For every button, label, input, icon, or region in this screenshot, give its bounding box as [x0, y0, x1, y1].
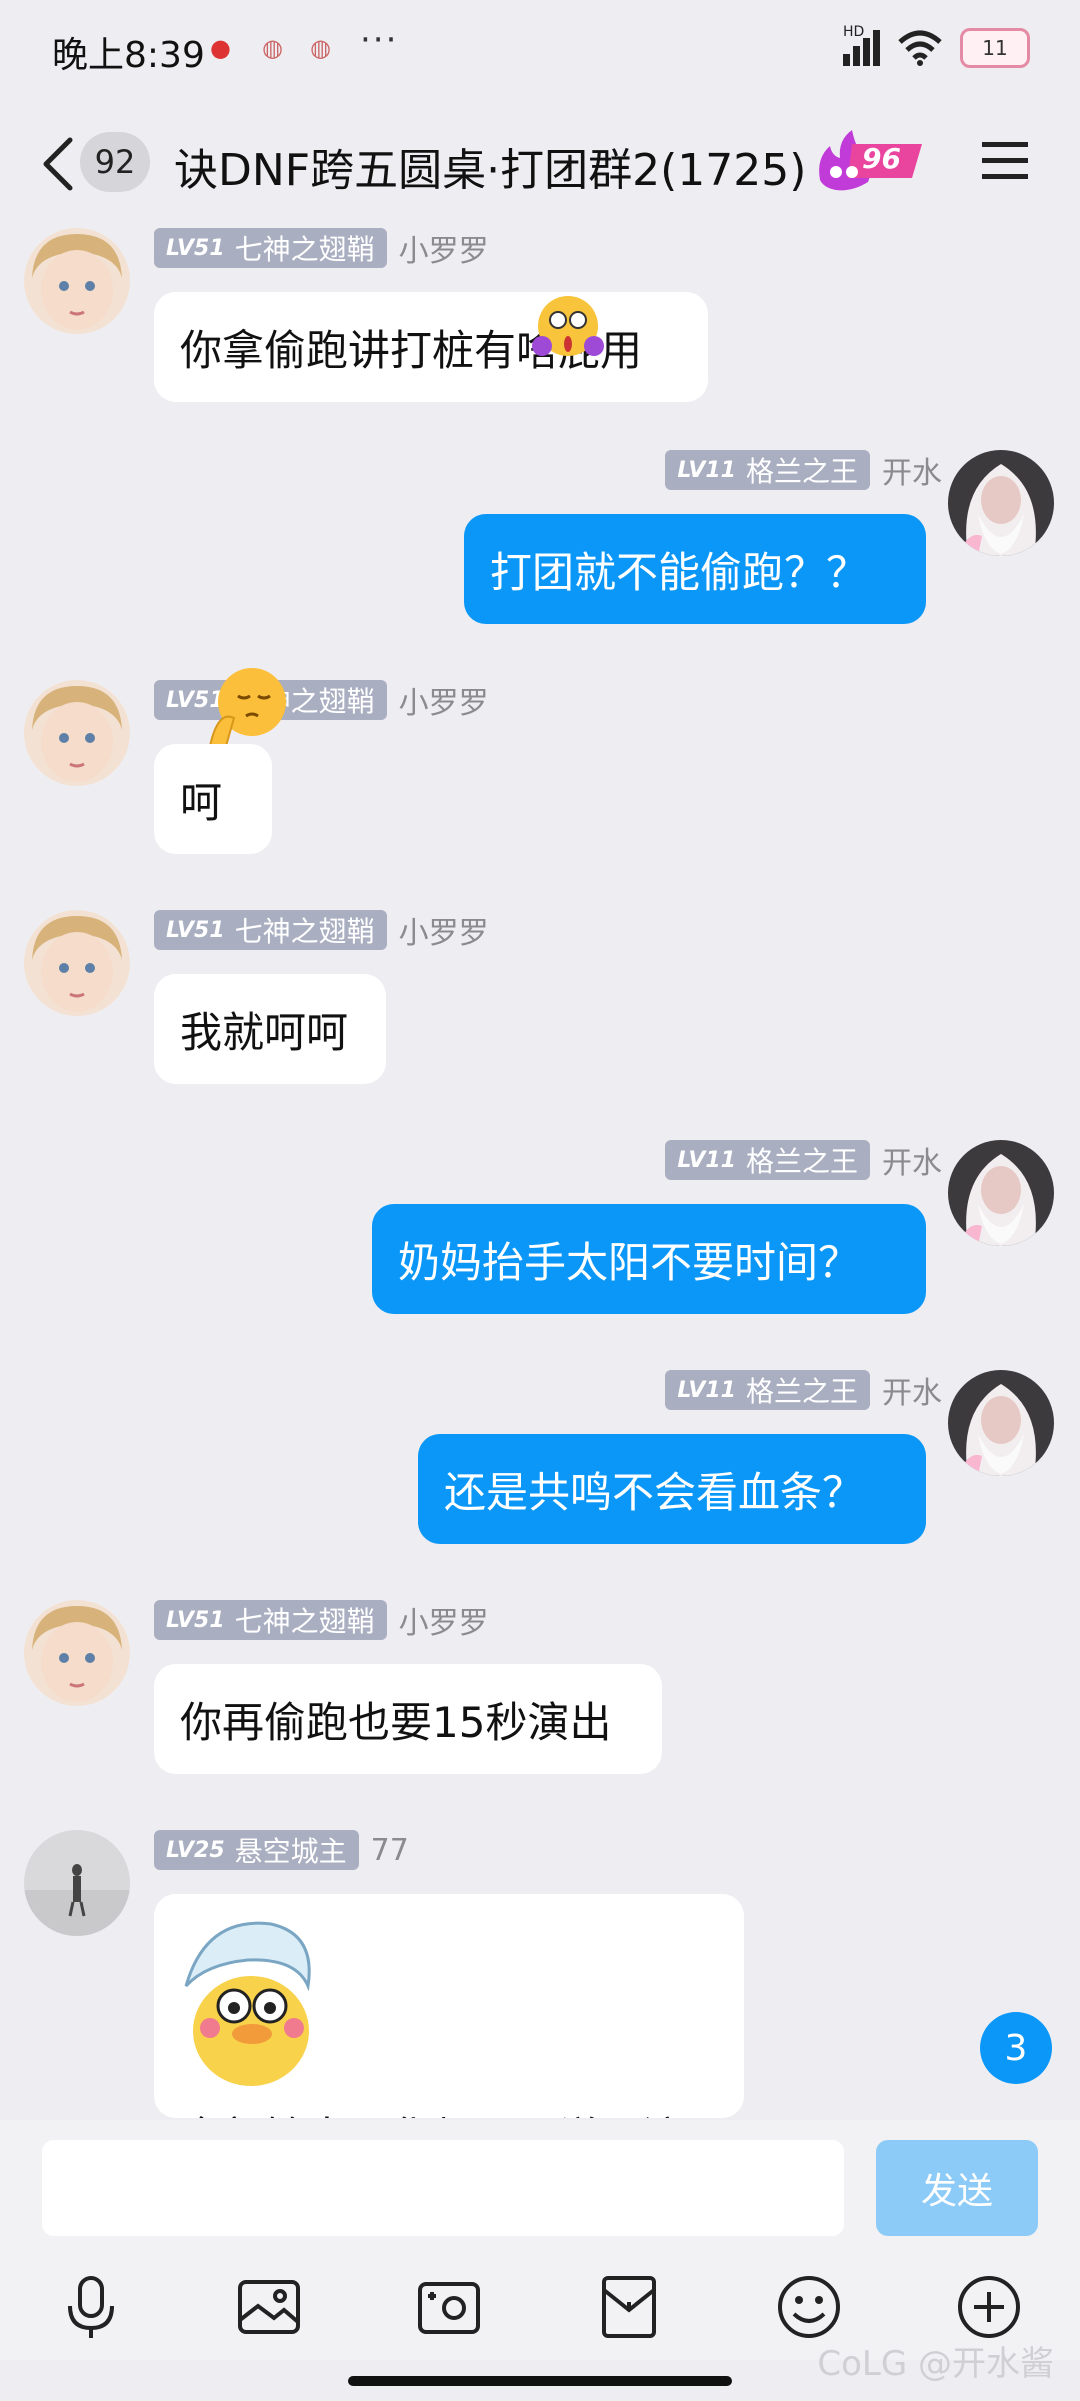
chat-header: 92 诀DNF跨五圆桌·打团群2(1725) 96: [0, 100, 1080, 228]
red-packet-icon[interactable]: [594, 2272, 664, 2342]
unread-count-badge[interactable]: 92: [80, 132, 150, 192]
back-icon[interactable]: [38, 134, 78, 194]
message-bubble[interactable]: 呵: [154, 744, 272, 854]
group-level-value: 96: [862, 142, 901, 175]
message-bubble[interactable]: 我就呵呵: [154, 974, 386, 1084]
message-bubble[interactable]: 打团就不能偷跑？？: [464, 514, 926, 624]
level-badge: LV11 格兰之王: [665, 1370, 870, 1410]
sender-meta: LV51 七神之翅鞘 小罗罗: [154, 908, 489, 952]
composer: 发送: [0, 2120, 1080, 2250]
group-level-badge[interactable]: 96: [812, 128, 924, 192]
menu-icon[interactable]: [980, 138, 1030, 184]
battery-icon: 11: [960, 28, 1030, 68]
surprised-emoji-icon: [532, 296, 604, 356]
message-text: 全部输出阳化都可以说理流: [180, 2104, 684, 2118]
camera-icon[interactable]: [414, 2272, 484, 2342]
level-badge: LV51 七神之翅鞘: [154, 1600, 387, 1640]
avatar[interactable]: [24, 1830, 130, 1936]
shy-emoji-icon: [208, 668, 286, 747]
notification-icon: ●: [210, 34, 231, 62]
sender-meta: LV11 格兰之王 开水: [665, 1138, 942, 1182]
message-list[interactable]: LV51 七神之翅鞘 小罗罗 你拿偷跑讲打桩有啥屁用 LV11 格兰之王 开水 打团…: [0, 228, 1080, 2118]
send-button[interactable]: 发送: [876, 2140, 1038, 2236]
image-icon[interactable]: [234, 2272, 304, 2342]
signal-icon: HD: [843, 24, 880, 66]
status-bar: 晚上8:39 ● ◍ ◍ ··· HD 11: [0, 0, 1080, 100]
level-badge: LV11 格兰之王: [665, 1140, 870, 1180]
sender-nickname[interactable]: 开水: [882, 448, 942, 492]
message-input[interactable]: [42, 2140, 844, 2236]
message-bubble[interactable]: 还是共鸣不会看血条？: [418, 1434, 926, 1544]
sender-meta: LV25 悬空城主 77: [154, 1830, 409, 1870]
avatar[interactable]: [24, 1600, 130, 1706]
sender-meta: LV11 格兰之王 开水: [665, 1368, 942, 1412]
status-indicators: HD 11: [843, 24, 1030, 68]
notification-icon: ◍: [262, 34, 283, 62]
plus-icon[interactable]: [954, 2272, 1024, 2342]
sender-meta: LV51 七神之翅鞘 小罗罗: [154, 1598, 489, 1642]
sender-nickname[interactable]: 77: [371, 1833, 409, 1868]
message-bubble[interactable]: 你拿偷跑讲打桩有啥屁用: [154, 292, 708, 402]
sender-nickname[interactable]: 小罗罗: [399, 1598, 489, 1642]
avatar[interactable]: [948, 1370, 1054, 1476]
watermark: CoLG @开水酱: [817, 2344, 1054, 2384]
sender-nickname[interactable]: 小罗罗: [399, 678, 489, 722]
new-messages-badge[interactable]: 3: [980, 2012, 1052, 2084]
level-badge: LV51 七神之翅鞘: [154, 910, 387, 950]
sender-nickname[interactable]: 小罗罗: [399, 908, 489, 952]
avatar[interactable]: [24, 228, 130, 334]
avatar[interactable]: [24, 910, 130, 1016]
message-bubble[interactable]: 你再偷跑也要15秒演出: [154, 1664, 662, 1774]
microphone-icon[interactable]: [56, 2272, 126, 2342]
sender-nickname[interactable]: 开水: [882, 1368, 942, 1412]
sender-meta: LV11 格兰之王 开水: [665, 448, 942, 492]
level-badge: LV11 格兰之王: [665, 450, 870, 490]
message-bubble[interactable]: 全部输出阳化都可以说理流: [154, 1894, 744, 2118]
home-indicator[interactable]: [348, 2376, 732, 2386]
avatar[interactable]: [948, 450, 1054, 556]
group-title[interactable]: 诀DNF跨五圆桌·打团群2(1725): [174, 134, 806, 198]
more-notifications-icon: ···: [360, 20, 399, 60]
level-badge: LV51 七神之翅鞘: [154, 228, 387, 268]
network-label: HD: [843, 24, 865, 40]
status-time: 晚上8:39: [52, 35, 205, 76]
duck-sticker-image: [184, 1921, 311, 2086]
wifi-icon: [898, 30, 942, 66]
notification-icon: ◍: [310, 34, 331, 62]
level-badge: LV25 悬空城主: [154, 1830, 359, 1870]
sender-nickname[interactable]: 开水: [882, 1138, 942, 1182]
message-bubble[interactable]: 奶妈抬手太阳不要时间？: [372, 1204, 926, 1314]
sender-nickname[interactable]: 小罗罗: [399, 228, 489, 270]
emoji-icon[interactable]: [774, 2272, 844, 2342]
sender-meta: LV51 七神之翅鞘 小罗罗: [154, 228, 489, 270]
avatar[interactable]: [24, 680, 130, 786]
avatar[interactable]: [948, 1140, 1054, 1246]
battery-level: 11: [982, 36, 1008, 60]
